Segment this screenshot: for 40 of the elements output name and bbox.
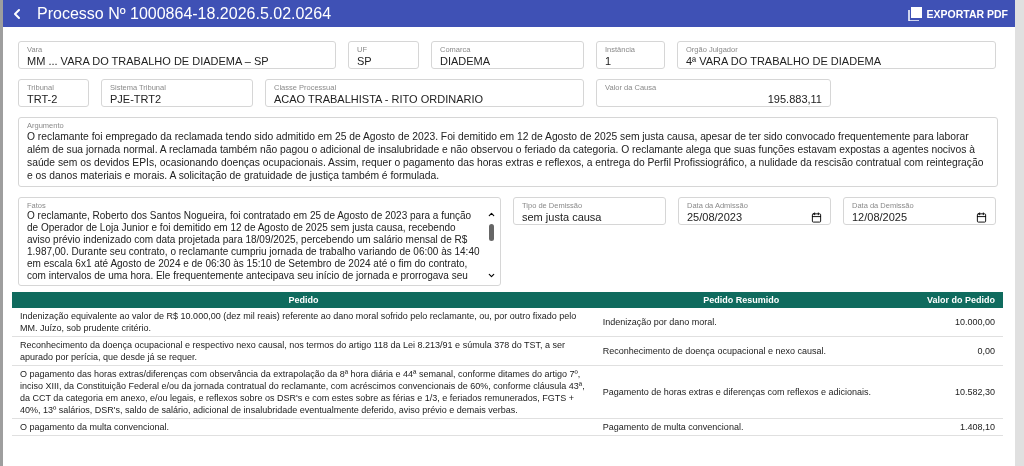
column-header: Valor do Pedido [887, 292, 1003, 308]
field-value: PJE-TRT2 [110, 92, 163, 106]
field-value: 4ª VARA DO TRABALHO DE DIADEMA [686, 54, 882, 68]
calendar-icon[interactable] [976, 211, 987, 223]
table-cell: Pagamento de horas extras e diferenças com reflexos e adicionais. [594, 365, 888, 419]
field-value: O reclamante foi empregado da reclamada tendo sido admitido em 25 de Agosto de 2023. Foi demitido em 12 de Agosto de 2025 sem justa causa, apesar de ter sido convocado frequentemente para laborar além de sua jornada normal. A reclamada também não pagou o adicional de insalubridade e não observou o feriado da categoria. O reclamante alega que suas funções estavam expostas a agentes nocivos à saúde sem os devidos EPIs, ocasionando doenças ocupacionais. Assim, requer o pagamento das horas extras e reflexos, a entrega do Perfil Profissiográfico, a nulidade da rescisão contratual com reintegração e os danos materiais e morais. A solicitação de gratuidade de justiça também é formulada. [27, 130, 985, 182]
table-cell: Indenização por dano moral. [594, 308, 888, 337]
table-cell: 0,00 [887, 336, 1003, 366]
field-value: sem justa causa [522, 210, 602, 224]
table-cell: Reconhecimento da doença ocupacional e respectivo nexo causal, nos termos do artigo 118 da Lei 8.213/91 e súmula 378 do TST, a ser apurado por perícia, que desde já se requer. [12, 336, 595, 366]
scroll-thumb[interactable] [489, 224, 494, 241]
scroll-down-icon[interactable] [487, 271, 496, 280]
scrollbar[interactable] [1015, 0, 1024, 466]
column-header: Pedido [12, 292, 595, 308]
field-value: DIADEMA [440, 54, 492, 68]
field-value: 195.883,11 [766, 92, 822, 106]
field-value: MM ... VARA DO TRABALHO DE DIADEMA – SP [27, 54, 270, 68]
export-pdf-button[interactable]: EXPORTAR PDF [903, 6, 1012, 21]
field-value: SP [357, 54, 373, 68]
field-value: 1 [605, 54, 613, 68]
pdf-file-icon [907, 6, 922, 21]
table-cell: 1.408,10 [887, 418, 1003, 436]
column-header: Pedido Resumido [594, 292, 888, 308]
field-value: O reclamante, Roberto dos Santos Nogueira, foi contratado em 25 de Agosto de 2023 para a função de Operador de Loja Junior e foi demitido em 12 de Agosto de 2025 sem justa causa, recebendo aviso prévio indenizado com data projetada para 18/09/2025, percebendo um salário mensal de R$ 1.987,00. Durante seu contrato, o reclamante cumpriu jornada de trabalho variando de 06:00 às 14:40 em escala 6x1 até Agosto de 2024 e de 06:30 às 15:10 de Setembro de 2024 até o fim do contrato, com intervalos de uma hora. Ele frequentemente antecipava seu início de jornada e prorrogava seu [27, 210, 480, 282]
page-title: Processo Nº 1000864-18.2026.5.02.0264 [37, 4, 333, 23]
facts-textarea[interactable] [18, 197, 501, 286]
table-cell: 10.000,00 [887, 308, 1003, 337]
table-cell: Indenização equivalente ao valor de R$ 10.000,00 (dez mil reais) referente ao dano moral sofrido pelo reclamante, ou, por outro fixado pelo MM. Juízo, sob prudente critério. [12, 308, 595, 337]
scroll-up-icon[interactable] [487, 210, 496, 219]
table-cell: O pagamento da multa convencional. [12, 418, 595, 436]
table-cell: Pagamento de multa convencional. [594, 418, 888, 436]
argument-textarea[interactable] [18, 117, 998, 187]
field-value: ACAO TRABALHISTA - RITO ORDINARIO [274, 92, 485, 106]
table-cell: O pagamento das horas extras/diferenças com observância da extrapolação da 8ª hora diária e 44ª semanal, conforme ditames do artigo 7º, inciso XIII, da Constituição Federal e/ou da jornada contratual do reclamante, com acréscimos convencionais de 60%, conforme cláusula 43ª, da CCT da categoria em anexo, e/ou legais, e reflexos sobre os DSR's e com estes sobre as férias e 1/3, e feriados remunerados, FGTS + 40%, 13º salários, DSR's, saldo de salário, adicional de insalubridade eventualmente deferido, aviso prévio e demais verbas. [12, 365, 595, 419]
field-value: 12/08/2025 [852, 210, 908, 224]
calendar-icon[interactable] [811, 211, 822, 223]
field-value: 25/08/2023 [687, 210, 743, 224]
table-cell: Reconhecimento de doença ocupacional e nexo causal. [594, 336, 888, 366]
table-cell: 10.582,30 [887, 365, 1003, 419]
field-value: TRT-2 [27, 92, 59, 106]
